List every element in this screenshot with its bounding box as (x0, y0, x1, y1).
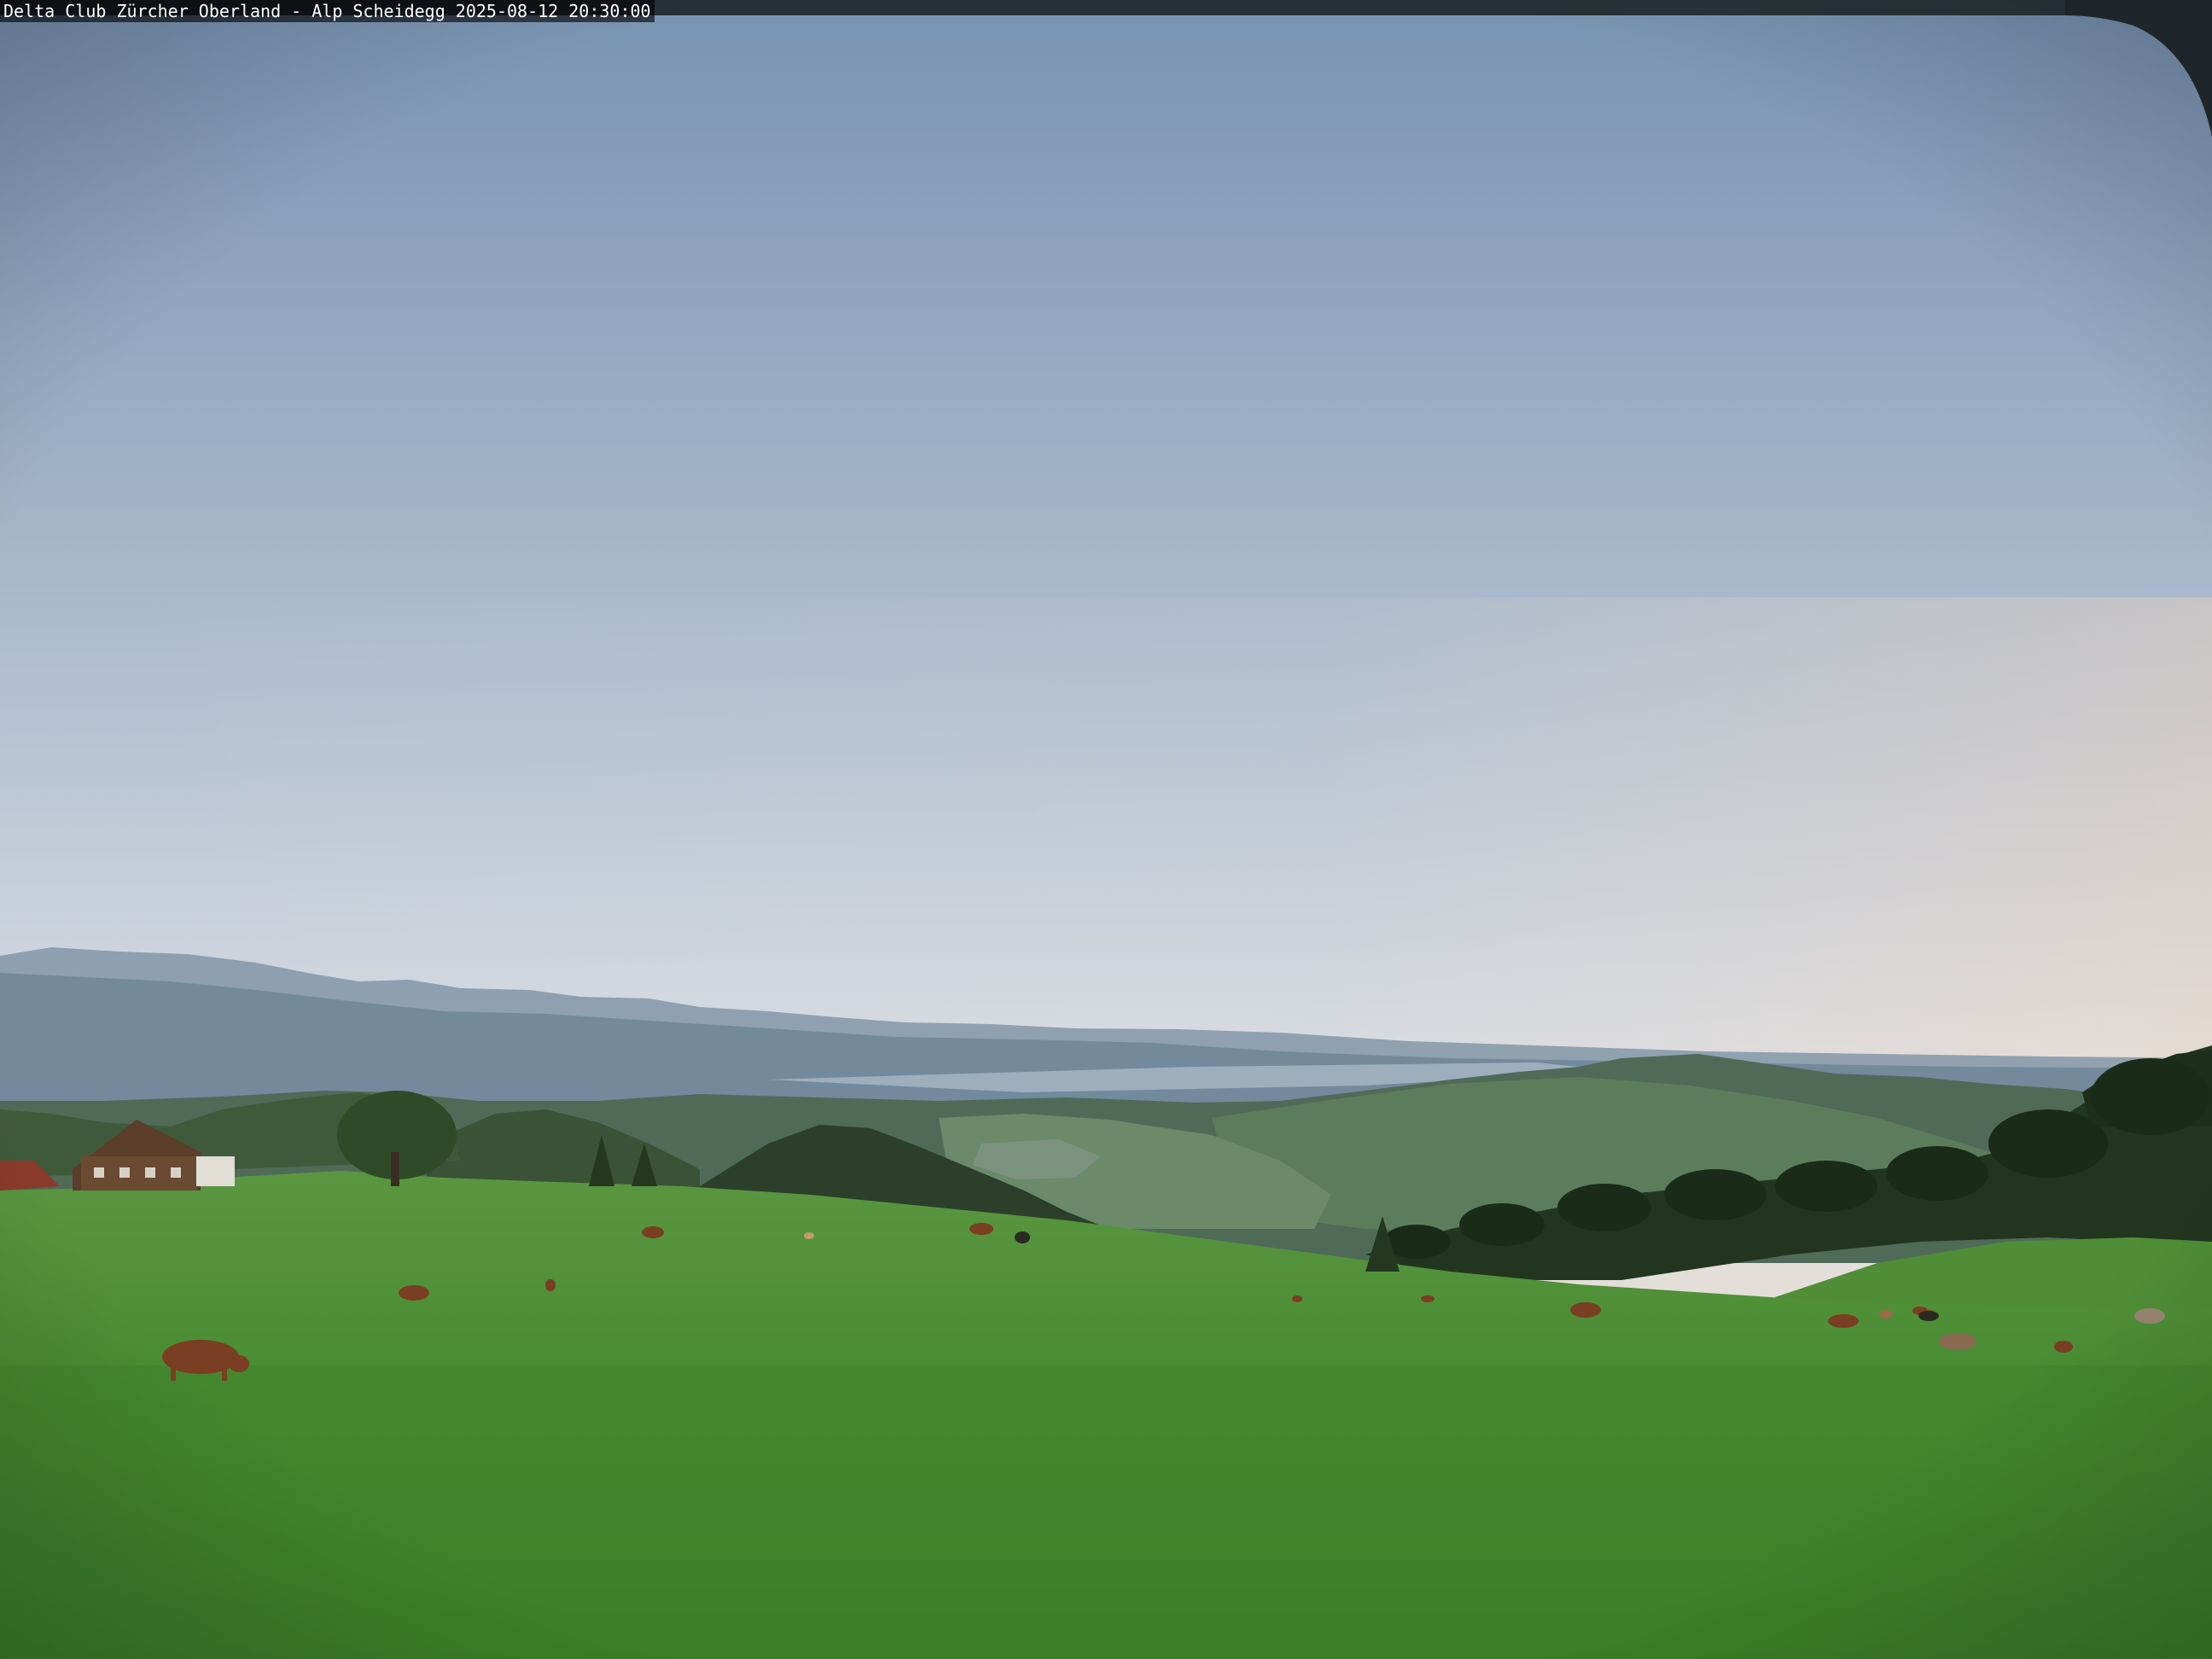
timestamp-overlay: Delta Club Zürcher Oberland - Alp Scheid… (0, 0, 655, 22)
webcam-caption: Delta Club Zürcher Oberland - Alp Scheid… (3, 1, 651, 21)
webcam-frame: Delta Club Zürcher Oberland - Alp Scheid… (0, 0, 2212, 1659)
landscape-photo (0, 0, 2212, 1659)
